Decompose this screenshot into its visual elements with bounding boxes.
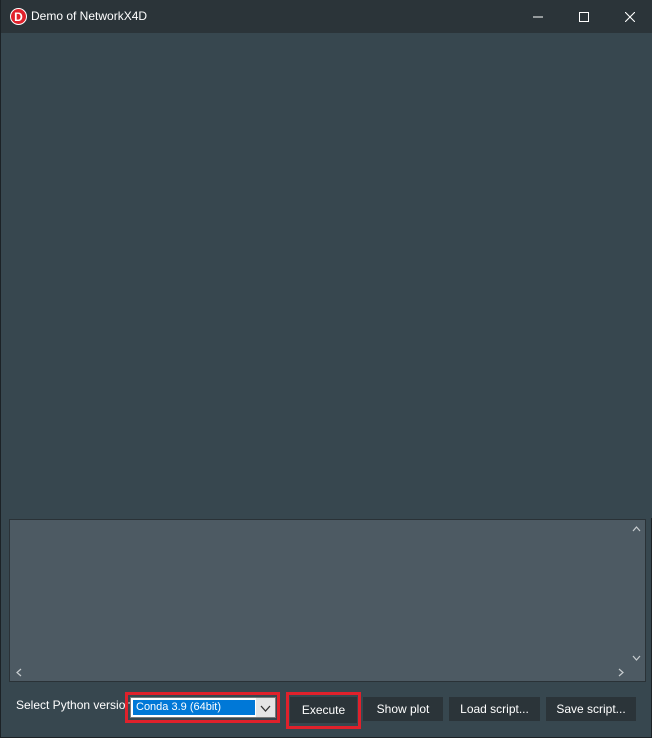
app-logo-icon: D (10, 8, 27, 25)
vertical-scrollbar[interactable] (628, 520, 645, 666)
scroll-right-icon[interactable] (612, 664, 629, 681)
horizontal-scrollbar[interactable] (10, 664, 629, 681)
python-version-value: Conda 3.9 (64bit) (133, 700, 255, 715)
scrollbar-corner (628, 664, 645, 681)
load-script-button[interactable]: Load script... (449, 697, 540, 721)
close-button[interactable] (607, 0, 652, 33)
title-bar[interactable]: D Demo of NetworkX4D (1, 0, 652, 33)
maximize-icon (579, 11, 589, 22)
app-window: D Demo of NetworkX4D Select Python versi… (0, 0, 652, 738)
show-plot-button[interactable]: Show plot (363, 697, 443, 721)
python-version-select[interactable]: Conda 3.9 (64bit) (130, 697, 276, 718)
execute-button[interactable]: Execute (290, 697, 357, 723)
scroll-up-icon[interactable] (628, 520, 645, 537)
python-version-label: Select Python version : (16, 698, 139, 712)
dropdown-toggle[interactable] (256, 698, 275, 717)
maximize-button[interactable] (561, 0, 607, 33)
save-script-button[interactable]: Save script... (546, 697, 636, 721)
minimize-icon (533, 12, 543, 22)
window-title: Demo of NetworkX4D (31, 9, 148, 23)
scroll-left-icon[interactable] (10, 664, 27, 681)
bottom-toolbar: Select Python version : Conda 3.9 (64bit… (1, 683, 652, 738)
output-panel[interactable] (9, 519, 646, 682)
close-icon (625, 11, 635, 22)
chevron-down-icon (260, 699, 271, 717)
plot-canvas[interactable] (2, 33, 652, 518)
minimize-button[interactable] (515, 0, 561, 33)
